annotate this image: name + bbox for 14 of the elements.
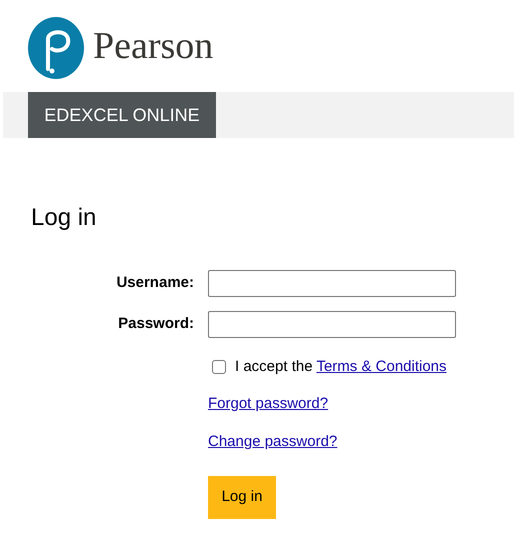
terms-link[interactable]: Terms & Conditions [316, 358, 447, 375]
logo-text: Pearson [93, 27, 214, 65]
page-heading: Log in [31, 206, 98, 230]
account-link[interactable]: Change password? [208, 431, 338, 454]
nav-tab[interactable]: EDEXCEL ONLINE [28, 92, 216, 138]
login-button[interactable]: Log in [208, 476, 276, 518]
input-field[interactable] [208, 311, 456, 338]
terms-checkbox[interactable] [212, 360, 226, 374]
field-label: Username: [115, 273, 194, 294]
input-field[interactable] [208, 270, 456, 297]
field-label: Password: [117, 314, 194, 334]
account-link[interactable]: Forgot password? [208, 392, 328, 415]
terms-text: I accept the Terms & Conditions [235, 357, 447, 377]
logo-icon [28, 17, 84, 79]
